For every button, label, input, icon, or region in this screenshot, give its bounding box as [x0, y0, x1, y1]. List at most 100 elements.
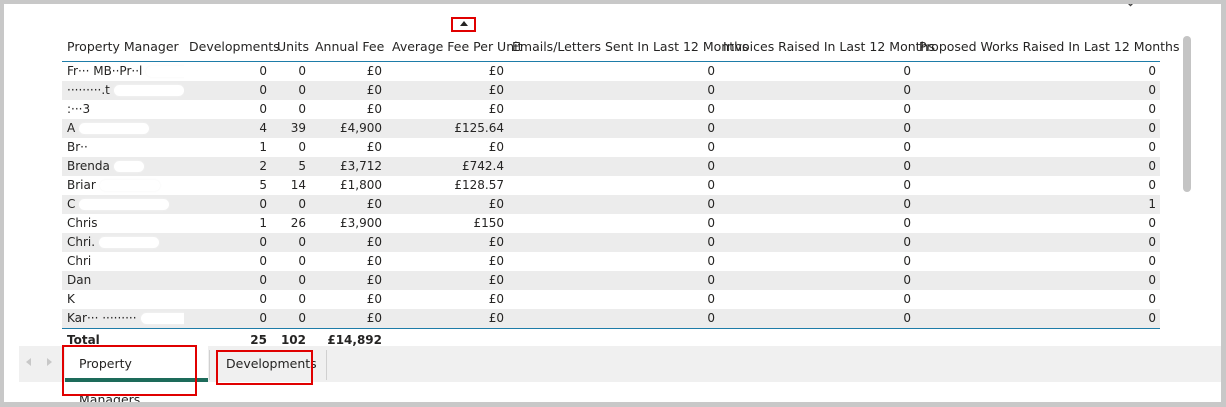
- table-cell-invoices: 0: [903, 159, 911, 173]
- scroll-left-icon[interactable]: [26, 358, 31, 366]
- table-row[interactable]: Chris 1 26 £3,900 £150 0 0 0: [62, 214, 1160, 233]
- column-header-units[interactable]: Units: [271, 38, 310, 61]
- table-cell-invoices: 0: [903, 102, 911, 116]
- table-cell-invoices: 0: [903, 121, 911, 135]
- table-cell-emails: 0: [707, 292, 715, 306]
- table-cell-units: 0: [298, 197, 306, 211]
- table-cell-avg-fee: £125.64: [454, 121, 504, 135]
- data-table: Property Manager Developments Units Annu…: [62, 38, 1179, 350]
- table-cell-units: 0: [298, 83, 306, 97]
- table-cell-units: 0: [298, 273, 306, 287]
- table-row[interactable]: Chri. 0 0 £0 £0 0 0 0: [62, 233, 1160, 252]
- table-cell-annual-fee: £0: [366, 292, 382, 306]
- table-cell-emails: 0: [707, 159, 715, 173]
- table-cell-invoices: 0: [903, 197, 911, 211]
- highlight-box-developments: [216, 350, 313, 385]
- table-cell-invoices: 0: [903, 254, 911, 268]
- table-cell-annual-fee: £0: [366, 197, 382, 211]
- scroll-right-icon[interactable]: [47, 358, 52, 366]
- scrollbar-thumb[interactable]: [1183, 36, 1191, 192]
- table-row[interactable]: C 0 0 £0 £0 0 0 1: [62, 195, 1160, 214]
- table-cell-annual-fee: £0: [366, 273, 382, 287]
- table-cell-invoices: 0: [903, 235, 911, 249]
- table-row[interactable]: ·········.t 0 0 £0 £0 0 0 0: [62, 81, 1160, 100]
- column-header-average-fee-per-unit[interactable]: Average Fee Per Unit: [386, 38, 523, 61]
- table-row[interactable]: Br·· 1 0 £0 £0 0 0 0: [62, 138, 1160, 157]
- table-cell-emails: 0: [707, 64, 715, 78]
- table-cell-works: 0: [1148, 235, 1156, 249]
- table-cell-developments: 0: [259, 197, 267, 211]
- table-cell-invoices: 0: [903, 140, 911, 154]
- table-cell-name: Chri: [67, 254, 92, 268]
- table-cell-works: 0: [1148, 64, 1156, 78]
- app-frame: Property Manager Developments Units Annu…: [0, 0, 1226, 407]
- table-cell-developments: 0: [259, 64, 267, 78]
- table-row[interactable]: Dan 0 0 £0 £0 0 0 0: [62, 271, 1160, 290]
- table-cell-annual-fee: £0: [366, 83, 382, 97]
- table-row[interactable]: :···3 0 0 £0 £0 0 0 0: [62, 100, 1160, 119]
- table-row[interactable]: Brenda 2 5 £3,712 £742.4 0 0 0: [62, 157, 1160, 176]
- table-cell-emails: 0: [707, 311, 715, 325]
- table-row[interactable]: Chri 0 0 £0 £0 0 0 0: [62, 252, 1160, 271]
- sort-ascending-icon[interactable]: [460, 21, 468, 26]
- table-cell-avg-fee: £150: [473, 216, 504, 230]
- table-cell-annual-fee: £0: [366, 102, 382, 116]
- table-cell-developments: 0: [259, 254, 267, 268]
- redaction-mark: [140, 313, 184, 324]
- table-cell-works: 0: [1148, 140, 1156, 154]
- table-row[interactable]: K 0 0 £0 £0 0 0 0: [62, 290, 1160, 309]
- table-cell-emails: 0: [707, 83, 715, 97]
- table-cell-works: 0: [1148, 292, 1156, 306]
- column-header-emails-letters[interactable]: Emails/Letters Sent In Last 12 Months: [508, 38, 749, 61]
- table-header: Property Manager Developments Units Annu…: [62, 38, 1179, 62]
- sort-indicator-highlight[interactable]: [451, 17, 476, 32]
- page-tab-bar: Property Managers Developments: [19, 346, 1221, 402]
- table-cell-works: 0: [1148, 102, 1156, 116]
- column-header-property-manager[interactable]: Property Manager: [62, 38, 184, 61]
- table-cell-works: 0: [1148, 121, 1156, 135]
- table-row[interactable]: Fr··· MB··Pr··l 0 0 £0 £0 0 0 0: [62, 62, 1160, 81]
- table-cell-developments: 0: [259, 102, 267, 116]
- table-body: Fr··· MB··Pr··l 0 0 £0 £0 0 0 0 ·········.t 0 0 £0 £…: [62, 62, 1160, 328]
- table-cell-name: C: [62, 195, 184, 214]
- table-cell-works: 0: [1148, 311, 1156, 325]
- table-cell-emails: 0: [707, 235, 715, 249]
- table-row[interactable]: Briar 5 14 £1,800 £128.57 0 0 0: [62, 176, 1160, 195]
- table-cell-units: 0: [298, 235, 306, 249]
- redaction-mark: [113, 161, 144, 172]
- table-row[interactable]: Kar··· ········· 0 0 £0 £0 0 0 0: [62, 309, 1160, 328]
- vertical-scrollbar[interactable]: [1183, 36, 1191, 192]
- table-cell-emails: 0: [707, 178, 715, 192]
- table-cell-invoices: 0: [903, 273, 911, 287]
- table-cell-units: 0: [298, 292, 306, 306]
- table-cell-avg-fee: £0: [488, 102, 504, 116]
- table-cell-units: 5: [298, 159, 306, 173]
- table-cell-units: 0: [298, 254, 306, 268]
- table-cell-name: Chri.: [62, 233, 184, 252]
- table-cell-units: 26: [290, 216, 306, 230]
- table-cell-annual-fee: £0: [366, 235, 382, 249]
- table-cell-works: 0: [1148, 254, 1156, 268]
- table-cell-avg-fee: £0: [488, 140, 504, 154]
- column-header-developments[interactable]: Developments: [184, 38, 280, 61]
- column-header-annual-fee[interactable]: Annual Fee: [310, 38, 386, 61]
- table-cell-annual-fee: £4,900: [340, 121, 382, 135]
- table-row[interactable]: A 4 39 £4,900 £125.64 0 0 0: [62, 119, 1160, 138]
- redaction-mark: [99, 237, 160, 248]
- table-cell-annual-fee: £0: [366, 64, 382, 78]
- table-cell-developments: 0: [259, 273, 267, 287]
- column-header-proposed-works[interactable]: Proposed Works Raised In Last 12 Months: [915, 38, 1179, 61]
- table-cell-emails: 0: [707, 102, 715, 116]
- table-cell-developments: 1: [259, 140, 267, 154]
- table-cell-emails: 0: [707, 254, 715, 268]
- table-cell-name: :···3: [67, 102, 91, 116]
- table-cell-avg-fee: £0: [488, 64, 504, 78]
- table-cell-works: 1: [1148, 197, 1156, 211]
- table-cell-annual-fee: £1,800: [340, 178, 382, 192]
- table-cell-works: 0: [1148, 83, 1156, 97]
- table-cell-annual-fee: £0: [366, 140, 382, 154]
- column-header-invoices[interactable]: Invoices Raised In Last 12 Months: [719, 38, 935, 61]
- table-cell-invoices: 0: [903, 83, 911, 97]
- highlight-box-property-managers: [62, 345, 197, 396]
- table-cell-name: Kar··· ·········: [62, 309, 184, 328]
